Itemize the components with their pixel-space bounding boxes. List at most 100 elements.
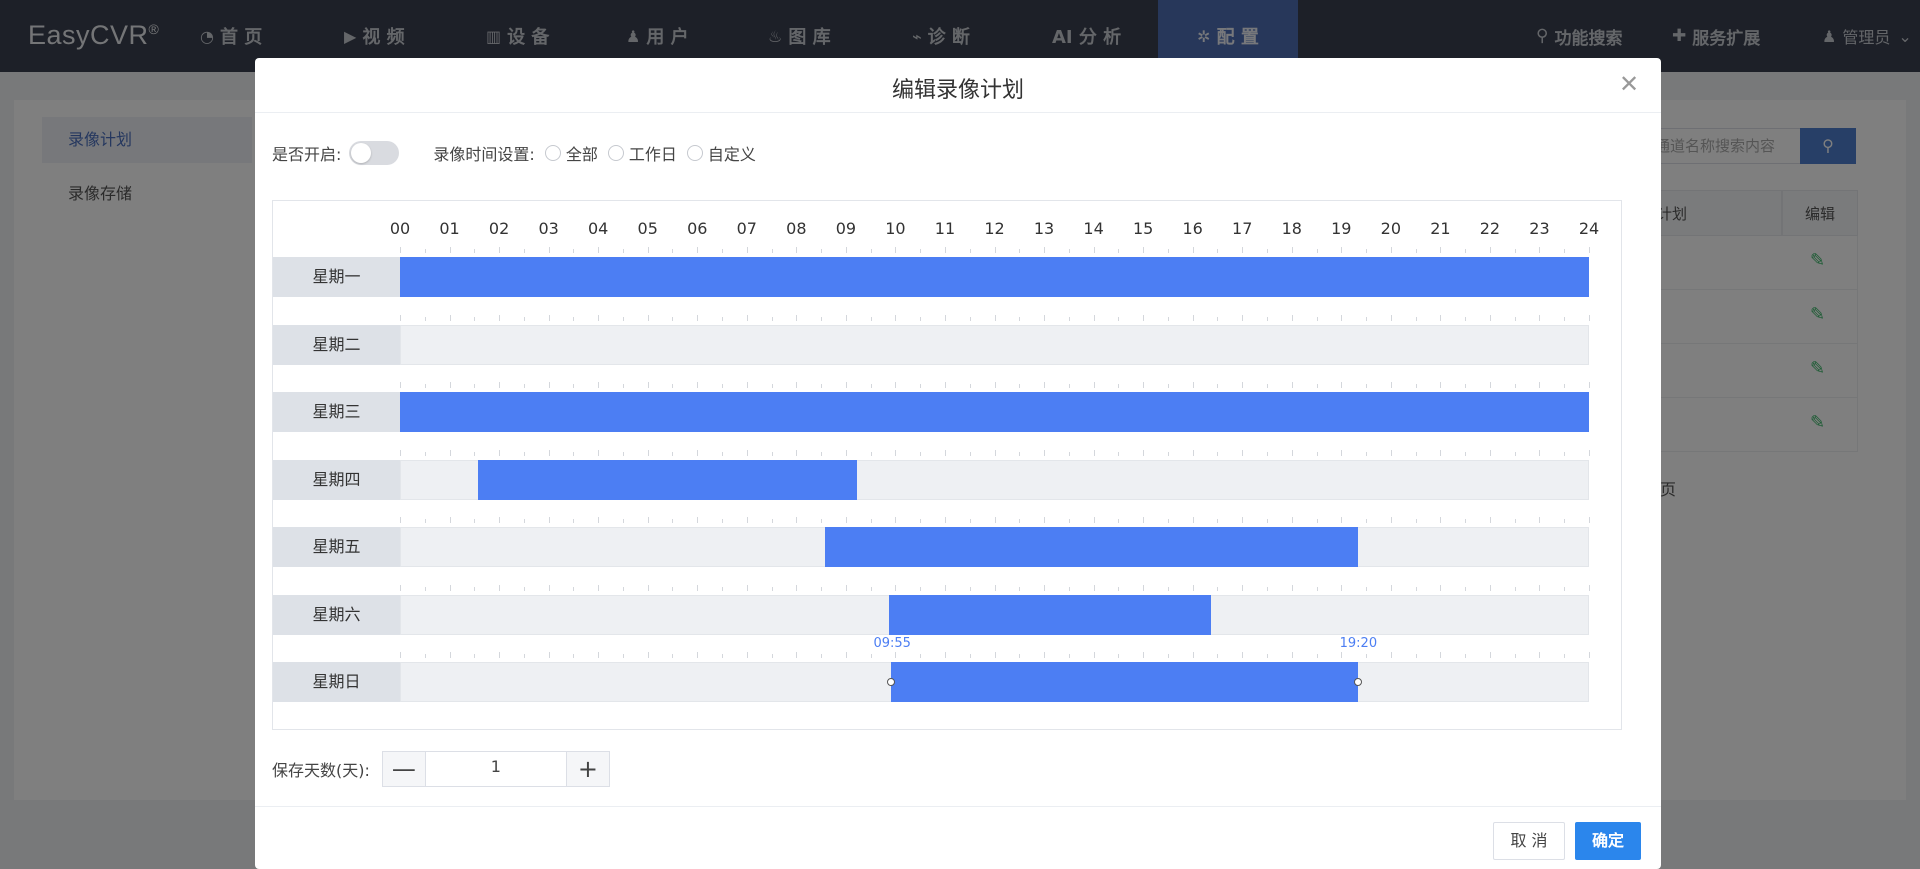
scale-tick: [845, 247, 847, 253]
scale-tick: [1539, 449, 1541, 456]
scale-tick: [1539, 652, 1541, 658]
scale-tick: [1415, 316, 1417, 321]
scale-tick: [1242, 584, 1244, 591]
scale-tick: [1366, 451, 1368, 456]
hour-label: 03: [538, 219, 559, 238]
hour-label: 16: [1182, 219, 1203, 238]
scale-tick: [672, 249, 674, 253]
hour-label: 14: [1083, 219, 1104, 238]
scale-tick: [1564, 451, 1566, 456]
hour-label: 08: [786, 219, 807, 238]
scale-tick: [1390, 517, 1392, 523]
scale-tick: [548, 449, 550, 456]
increment-button[interactable]: +: [566, 752, 609, 786]
scale-tick: [1242, 247, 1244, 253]
scale-tick: [598, 584, 600, 591]
confirm-button[interactable]: 确定: [1575, 822, 1641, 860]
scale-tick: [1044, 449, 1046, 456]
scale-tick: [895, 517, 897, 523]
recording-segment[interactable]: [891, 662, 1358, 702]
close-icon[interactable]: ✕: [1615, 70, 1643, 98]
segment-end-handle[interactable]: [1353, 678, 1362, 686]
scale-tick: [1167, 654, 1169, 658]
scale-tick: [1217, 451, 1219, 456]
scale-tick: [920, 451, 922, 456]
recording-segment[interactable]: [400, 392, 1589, 432]
scale-tick: [1539, 584, 1541, 591]
scale-tick: [474, 586, 476, 591]
scale-tick: [1068, 654, 1070, 658]
scale-tick: [697, 382, 699, 388]
scale-tick: [1589, 449, 1590, 456]
scale-tick: [1514, 654, 1516, 658]
day-row: 星期五: [273, 517, 1622, 567]
scale-tick: [1489, 247, 1491, 253]
toggle-knob: [351, 143, 372, 163]
scale-tick: [400, 314, 401, 321]
scale-tick: [771, 384, 773, 388]
edit-record-plan-dialog: 编辑录像计划 ✕ 是否开启: 录像时间设置: 全部 工作日 自定义 00 01 02…: [255, 58, 1661, 869]
scale-tick: [1143, 449, 1145, 456]
scale-tick: [424, 586, 426, 591]
scale-tick: [944, 584, 946, 591]
scale-tick: [1019, 586, 1021, 591]
enable-toggle[interactable]: [349, 141, 400, 165]
scale-tick: [796, 314, 798, 321]
scale-tick: [449, 517, 451, 523]
cancel-button[interactable]: 取 消: [1493, 822, 1565, 860]
recording-segment[interactable]: [478, 459, 858, 500]
scale-tick: [400, 584, 401, 591]
scale-tick: [845, 314, 847, 321]
radio-custom[interactable]: 自定义: [686, 141, 756, 165]
scale-tick: [1489, 517, 1491, 523]
scale-tick: [573, 384, 575, 388]
scale-tick: [499, 584, 501, 591]
scale-tick: [622, 316, 624, 321]
scale-tick: [1217, 384, 1219, 388]
decrement-button[interactable]: —: [382, 752, 425, 786]
scale-tick: [1316, 451, 1318, 456]
scale-tick: [1366, 384, 1368, 388]
scale-tick: [697, 314, 699, 321]
scale-tick: [424, 451, 426, 456]
retention-stepper[interactable]: — 1 +: [381, 751, 610, 787]
scale-tick: [1465, 451, 1467, 456]
scale-tick: [1514, 451, 1516, 456]
day-label: 星期三: [273, 392, 400, 432]
recording-segment[interactable]: [889, 594, 1211, 635]
scale-tick: [1167, 519, 1169, 523]
scale-tick: [598, 652, 600, 658]
scale-tick: [1415, 519, 1417, 523]
day-timeline-track[interactable]: [400, 324, 1589, 365]
scale-tick: [1390, 449, 1392, 456]
radio-all[interactable]: 全部: [544, 141, 598, 165]
enable-label: 是否开启:: [272, 145, 342, 164]
scale-tick: [1019, 654, 1021, 658]
scale-tick: [920, 519, 922, 523]
radio-workday[interactable]: 工作日: [607, 141, 677, 165]
scale-tick: [449, 652, 451, 658]
scale-tick: [1167, 249, 1169, 253]
scale-tick: [796, 652, 798, 658]
scale-tick: [1192, 382, 1194, 388]
scale-tick: [474, 654, 476, 658]
scale-tick: [821, 451, 823, 456]
retention-input[interactable]: 1: [424, 752, 567, 786]
scale-tick: [746, 449, 748, 456]
scale-tick: [1192, 449, 1194, 456]
scale-tick: [1316, 384, 1318, 388]
scale-tick: [1440, 247, 1442, 253]
scale-tick: [1192, 314, 1194, 321]
recording-segment[interactable]: [825, 527, 1358, 567]
scale-tick: [1415, 654, 1417, 658]
scale-tick: [1068, 249, 1070, 253]
recording-segment[interactable]: [400, 257, 1589, 297]
scale-tick: [1366, 316, 1368, 321]
scale-tick: [1044, 652, 1046, 658]
scale-tick: [424, 519, 426, 523]
day-label: 星期二: [273, 324, 400, 365]
scale-tick: [573, 654, 575, 658]
scale-tick: [1440, 449, 1442, 456]
scale-tick: [1192, 584, 1194, 591]
scale-tick: [1266, 451, 1268, 456]
